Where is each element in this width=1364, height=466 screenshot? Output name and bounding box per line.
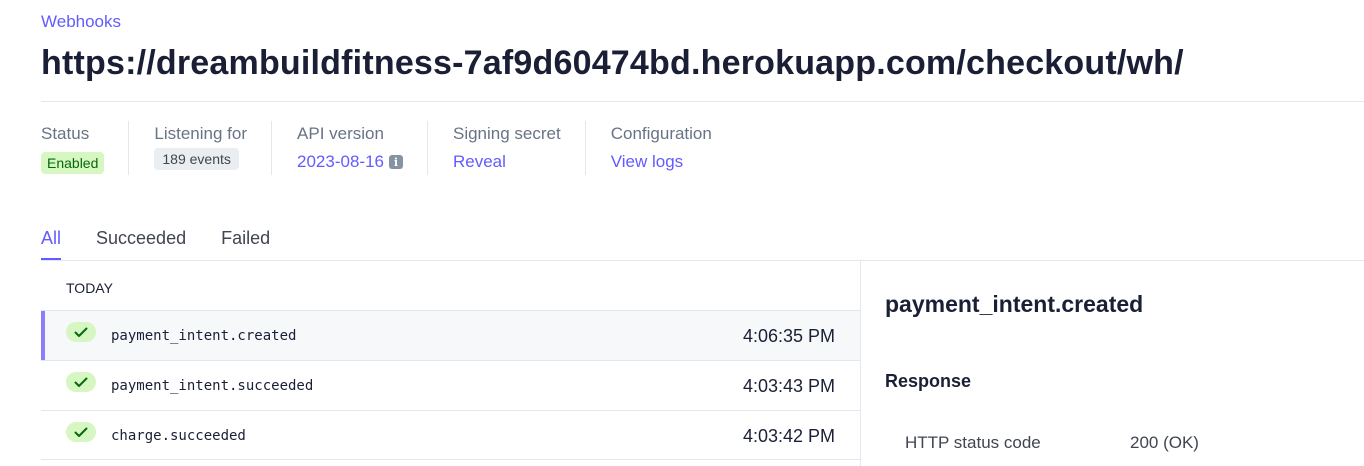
meta-signing-secret: Signing secret Reveal [453, 121, 586, 175]
http-status-value: 200 (OK) [1130, 433, 1199, 452]
tab-bar: All Succeeded Failed [41, 228, 305, 260]
api-version-link[interactable]: 2023-08-16 [297, 152, 384, 172]
check-icon [74, 377, 88, 387]
reveal-secret-link[interactable]: Reveal [453, 152, 506, 172]
event-row[interactable]: charge.succeeded 4:03:42 PM [41, 410, 860, 460]
configuration-label: Configuration [610, 124, 712, 143]
detail-title: payment_intent.created [885, 291, 1144, 317]
success-badge [66, 372, 96, 392]
event-time: 4:03:42 PM [742, 426, 835, 446]
meta-status: Status Enabled [41, 121, 130, 175]
event-time: 4:06:35 PM [742, 326, 835, 346]
response-heading: Response [885, 371, 972, 391]
meta-configuration: Configuration View logs [611, 121, 736, 175]
panel-divider [860, 261, 861, 466]
api-version-label: API version [297, 124, 384, 143]
listening-label: Listening for [154, 124, 248, 143]
info-icon[interactable]: i [388, 155, 403, 169]
date-group-label: TODAY [66, 280, 113, 296]
success-badge [66, 422, 96, 442]
status-badge: Enabled [41, 152, 105, 174]
event-list: TODAY payment_intent.created 4:06:35 PM … [41, 261, 860, 466]
meta-listening: Listening for 189 events [154, 121, 273, 175]
success-badge [66, 322, 96, 342]
check-icon [74, 327, 88, 337]
meta-api-version: API version 2023-08-16 i [297, 121, 428, 175]
event-name: charge.succeeded [111, 428, 246, 444]
event-time: 4:03:43 PM [742, 376, 835, 396]
tab-all[interactable]: All [41, 228, 62, 260]
http-status-label: HTTP status code [905, 433, 1041, 452]
event-row[interactable]: payment_intent.created 4:06:35 PM [41, 310, 860, 360]
status-label: Status [41, 124, 90, 143]
view-logs-link[interactable]: View logs [611, 152, 683, 172]
event-row[interactable]: payment_intent.succeeded 4:03:43 PM [41, 360, 860, 410]
tab-succeeded[interactable]: Succeeded [96, 228, 186, 260]
title-divider [41, 101, 1364, 102]
meta-bar: Status Enabled Listening for 189 events … [41, 121, 761, 177]
event-detail-panel: payment_intent.created Response HTTP sta… [885, 261, 1364, 466]
signing-secret-label: Signing secret [452, 124, 561, 143]
event-name: payment_intent.succeeded [111, 378, 314, 394]
breadcrumb[interactable]: Webhooks [41, 12, 121, 32]
page-title: https://dreambuildfitness-7af9d60474bd.h… [41, 44, 1184, 82]
tab-failed[interactable]: Failed [221, 228, 270, 260]
check-icon [74, 427, 88, 437]
events-count-badge[interactable]: 189 events [154, 148, 239, 170]
event-name: payment_intent.created [111, 328, 297, 344]
